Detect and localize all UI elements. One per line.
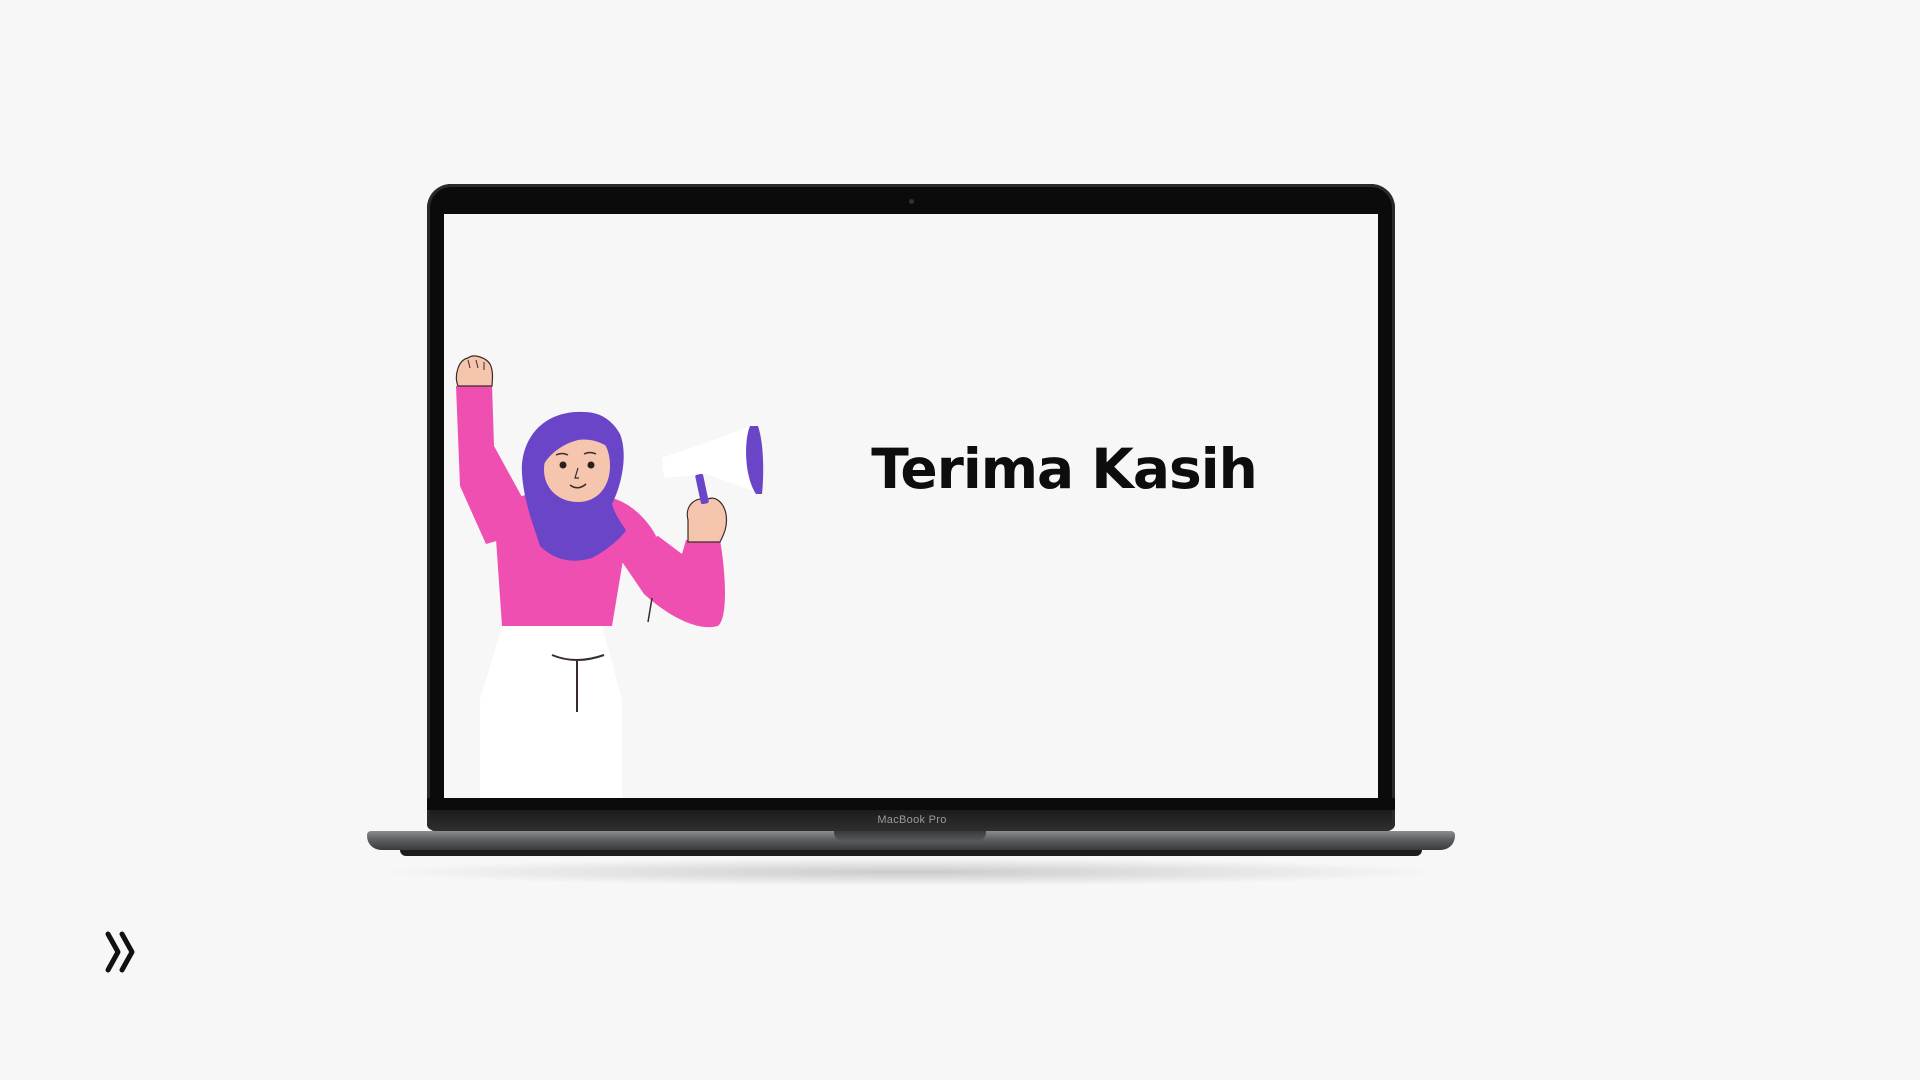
webcam — [909, 199, 914, 204]
laptop-screen: Terima Kasih — [444, 214, 1378, 798]
laptop-shadow — [370, 858, 1452, 886]
laptop-opening-notch — [834, 831, 986, 842]
holding-hand — [686, 497, 728, 543]
laptop-underside — [400, 850, 1422, 856]
raised-fist — [455, 355, 494, 387]
right-eye — [587, 461, 595, 469]
left-eye — [559, 461, 567, 469]
device-brand-label: MacBook Pro — [877, 814, 947, 826]
slide-title: Terima Kasih — [871, 437, 1258, 501]
screen-bezel-bottom — [427, 798, 1395, 810]
pants-shape — [480, 626, 622, 798]
woman-with-megaphone-illustration — [455, 355, 764, 798]
holding-arm — [614, 536, 725, 628]
double-chevron-right-icon[interactable] — [104, 930, 140, 974]
